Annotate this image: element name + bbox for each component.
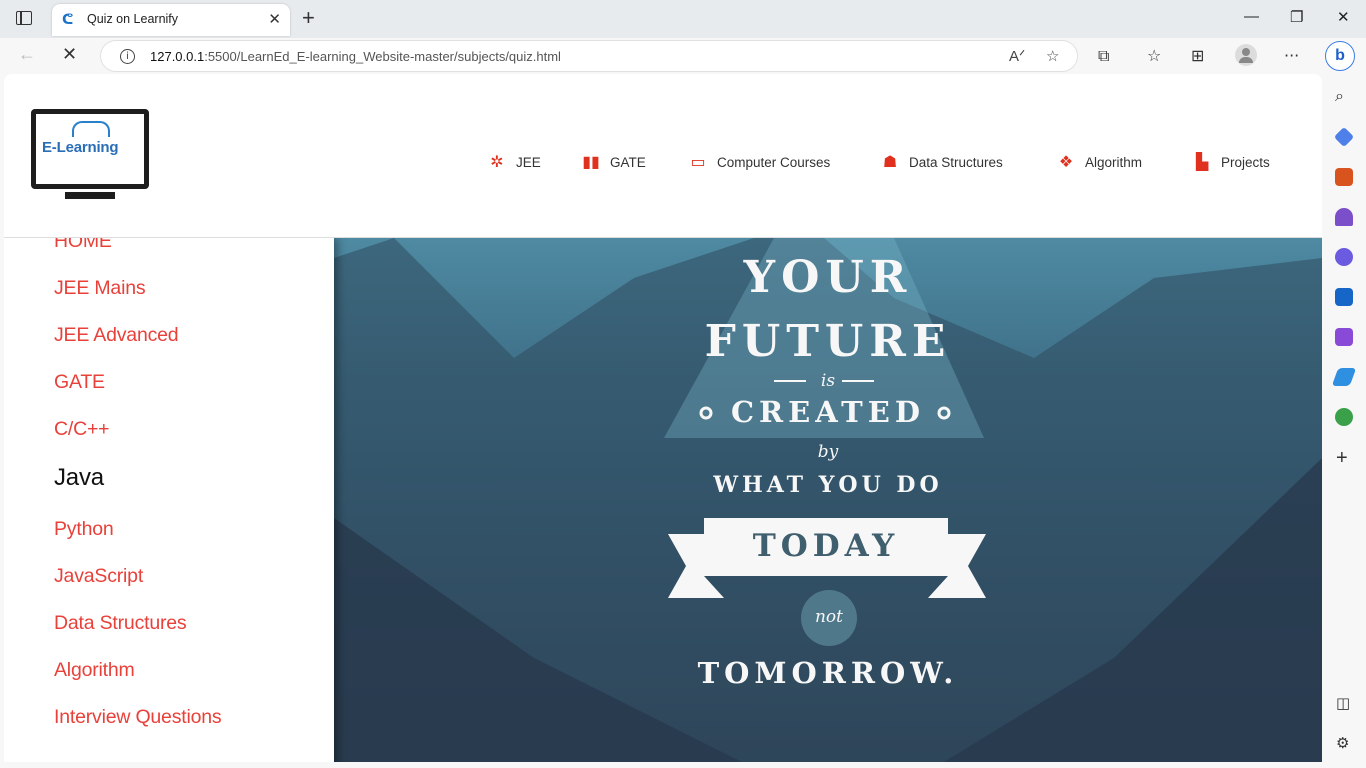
outlook-icon[interactable] <box>1335 288 1353 306</box>
sidebar-item-gate[interactable]: GATE <box>54 371 105 394</box>
quote-line-today: TODAY <box>752 528 900 564</box>
close-window-icon[interactable]: ✕ <box>1337 8 1350 26</box>
nav-label: JEE <box>516 154 541 170</box>
nav-label: Projects <box>1221 154 1270 170</box>
plus-icon[interactable]: + <box>302 6 315 30</box>
sidebar-item-jee-advanced[interactable]: JEE Advanced <box>54 324 179 347</box>
laptop-icon: ▭ <box>690 152 706 171</box>
site-logo[interactable]: E-Learning <box>31 109 151 217</box>
nav-gate[interactable]: ▮▮ GATE <box>582 150 646 174</box>
logo-text: E-Learning <box>42 139 119 156</box>
back-arrow-icon[interactable]: ← <box>18 44 36 65</box>
nav-algorithm[interactable]: ❖ Algorithm <box>1057 150 1142 174</box>
book-icon: ▮▮ <box>582 152 600 171</box>
subject-sidebar: HOME JEE Mains JEE Advanced GATE C/C++ J… <box>4 238 334 762</box>
hero-quote-image: YOUR FUTURE is CREATED by WHAT YOU DO TO… <box>334 238 1322 762</box>
games-icon[interactable] <box>1335 208 1353 226</box>
logo-stand <box>65 192 115 199</box>
tab-title: Quiz on Learnify <box>87 12 179 26</box>
sidebar-item-jee-mains[interactable]: JEE Mains <box>54 277 146 300</box>
logo-book-icon <box>72 121 110 137</box>
send-icon[interactable] <box>1331 368 1357 386</box>
tools-icon[interactable] <box>1335 168 1353 186</box>
favorites-icon[interactable]: ☆ <box>1147 46 1161 65</box>
nav-jee[interactable]: ✲ JEE <box>488 150 541 174</box>
minimize-icon[interactable]: — <box>1244 8 1259 25</box>
sidebar-item-algorithm[interactable]: Algorithm <box>54 659 135 682</box>
nav-label: Computer Courses <box>717 154 831 170</box>
site-header: E-Learning ✲ JEE ▮▮ GATE ▭ Computer Cour… <box>4 74 1322 238</box>
nav-label: Algorithm <box>1085 154 1143 170</box>
copilot-icon[interactable] <box>1335 248 1353 266</box>
page-viewport: E-Learning ✲ JEE ▮▮ GATE ▭ Computer Cour… <box>4 74 1322 762</box>
quote-line-tomorrow: TOMORROW. <box>697 656 959 690</box>
collections-icon[interactable]: ⊞ <box>1191 46 1204 65</box>
tree-app-icon[interactable] <box>1335 408 1353 426</box>
tree-icon: ☗ <box>882 152 898 171</box>
nav-computer-courses[interactable]: ▭ Computer Courses <box>689 150 830 174</box>
more-icon[interactable]: ··· <box>1284 46 1299 65</box>
sidebar-item-c-cpp[interactable]: C/C++ <box>54 418 110 441</box>
close-icon[interactable]: ✕ <box>268 10 281 28</box>
dashboard-icon: ▙ <box>1195 152 1209 171</box>
url-text: 127.0.0.1:5500/LearnEd_E-learning_Websit… <box>150 49 561 64</box>
sidebar-toggle-icon[interactable]: ◫ <box>1336 694 1350 712</box>
sidebar-item-java[interactable]: Java <box>54 464 104 492</box>
search-icon[interactable]: ⌕ <box>1335 86 1344 106</box>
nav-projects[interactable]: ▙ Projects <box>1193 150 1270 174</box>
browser-tabbar: ᕦ Quiz on Learnify ✕ + — ❐ ✕ <box>0 0 1366 38</box>
info-icon[interactable]: i <box>120 49 135 64</box>
add-app-icon[interactable]: + <box>1336 448 1348 468</box>
sidebar-item-interview-questions[interactable]: Interview Questions <box>54 706 222 729</box>
nav-label: Data Structures <box>909 154 1003 170</box>
sidebar-item-data-structures[interactable]: Data Structures <box>54 612 187 635</box>
stop-icon[interactable]: ✕ <box>62 44 77 65</box>
tab-favicon-icon: ᕦ <box>62 12 74 28</box>
browser-tab[interactable]: ᕦ Quiz on Learnify ✕ <box>52 4 290 36</box>
nav-data-structures[interactable]: ☗ Data Structures <box>881 150 1003 174</box>
today-banner: TODAY <box>704 518 948 576</box>
read-aloud-icon[interactable]: Aᐟ <box>1009 47 1025 65</box>
extensions-icon[interactable]: ⧉ <box>1098 46 1109 66</box>
quote-line-not: not <box>801 590 857 646</box>
cubes-icon: ❖ <box>1058 152 1074 171</box>
edge-sidebar: ⌕ + ◫ ⚙ <box>1322 74 1366 768</box>
restore-icon[interactable]: ❐ <box>1290 8 1303 26</box>
designer-icon[interactable] <box>1335 328 1353 346</box>
atom-icon: ✲ <box>490 152 504 171</box>
tab-strip-icon[interactable] <box>16 11 32 25</box>
sidebar-item-home[interactable]: HOME <box>54 238 112 253</box>
profile-icon[interactable] <box>1235 44 1257 66</box>
nav-label: GATE <box>610 154 646 170</box>
sidebar-item-javascript[interactable]: JavaScript <box>54 565 143 588</box>
shopping-tag-icon[interactable] <box>1333 126 1355 148</box>
settings-icon[interactable]: ⚙ <box>1336 734 1349 752</box>
bing-icon[interactable]: b <box>1325 41 1355 71</box>
url-bar[interactable]: i 127.0.0.1:5500/LearnEd_E-learning_Webs… <box>100 40 1078 72</box>
favorite-add-icon[interactable]: ☆ <box>1046 47 1059 65</box>
sidebar-item-python[interactable]: Python <box>54 518 114 541</box>
address-toolbar: ← ✕ i 127.0.0.1:5500/LearnEd_E-learning_… <box>0 38 1366 74</box>
logo-monitor: E-Learning <box>31 109 149 189</box>
quote-text: YOUR FUTURE is CREATED by WHAT YOU DO TO… <box>334 238 1322 762</box>
